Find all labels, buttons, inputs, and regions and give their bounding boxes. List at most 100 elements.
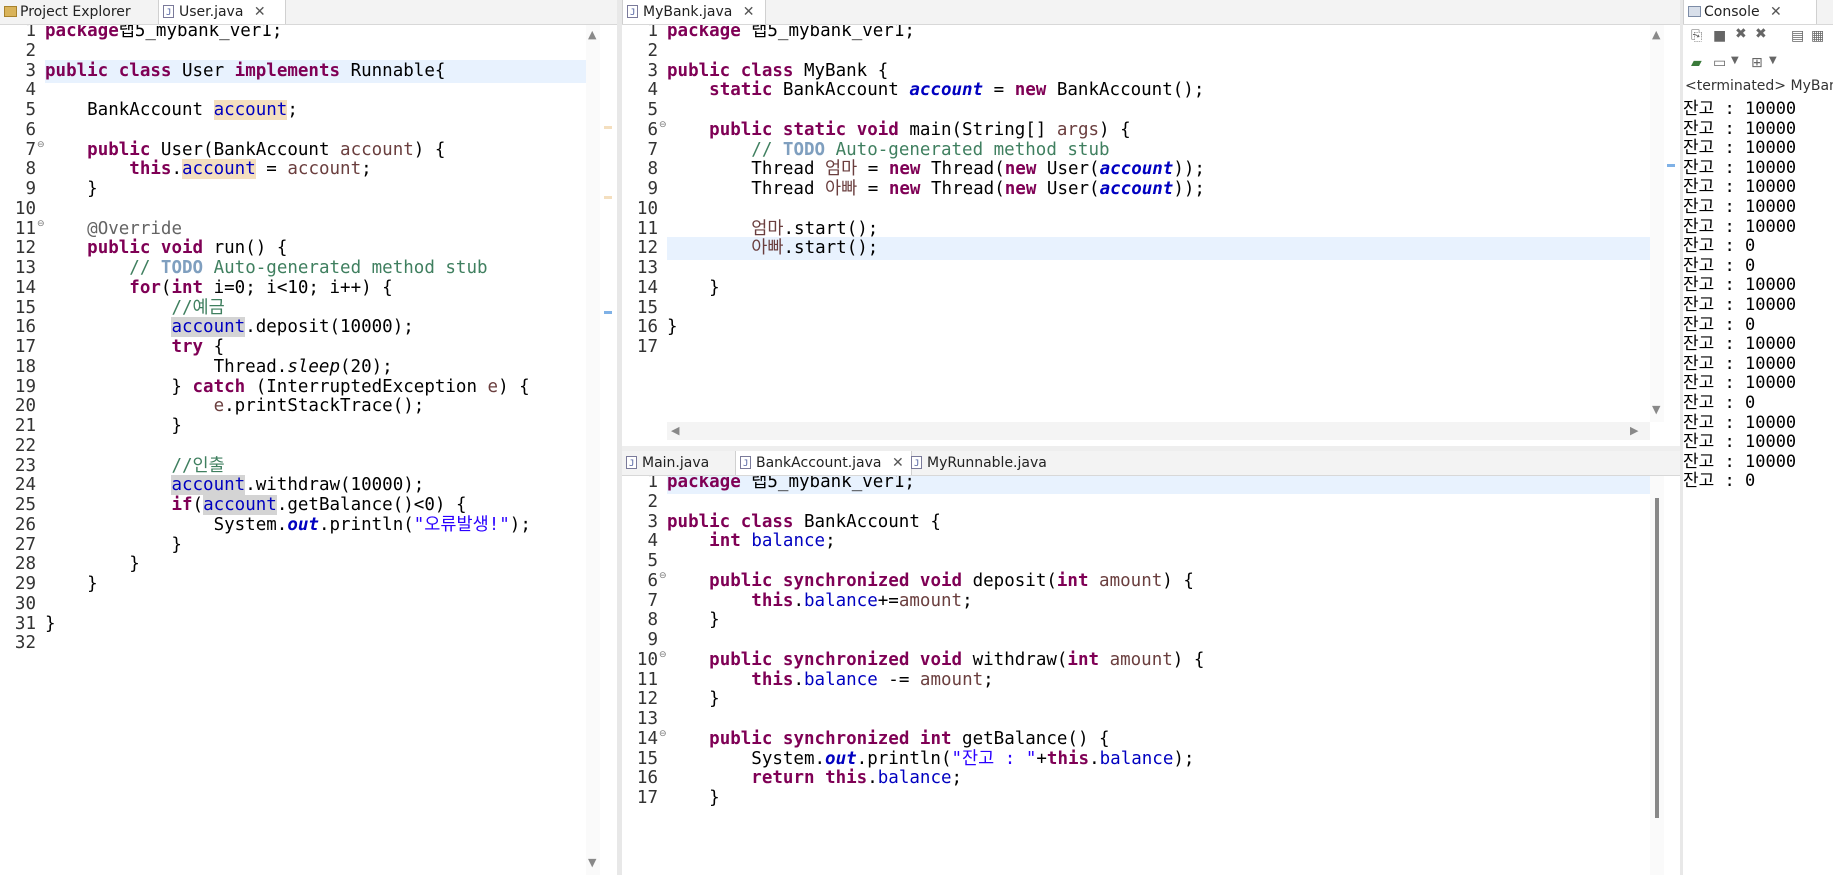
scroll-up-icon[interactable]: ▲ bbox=[588, 28, 596, 41]
fold-toggle-icon[interactable]: ⊖ bbox=[37, 219, 45, 229]
code-token: ; bbox=[962, 590, 973, 611]
display-console-icon[interactable]: ▭ bbox=[1713, 55, 1726, 71]
code-token: )); bbox=[1173, 179, 1205, 199]
code-line[interactable]: } bbox=[667, 787, 1662, 810]
tab-bankaccount-java[interactable]: BankAccount.java ✕ bbox=[735, 451, 912, 476]
code-token: ; bbox=[361, 159, 372, 180]
code-token: System. bbox=[45, 514, 288, 535]
close-icon[interactable]: ✕ bbox=[892, 451, 904, 475]
word-wrap-icon[interactable]: ▦ bbox=[1811, 28, 1824, 44]
tab-mybank-java[interactable]: MyBank.java ✕ bbox=[622, 0, 766, 25]
code-line[interactable] bbox=[667, 336, 1662, 359]
code-area[interactable]: package 랩5_mybank_ver1; public class Bank… bbox=[667, 476, 1662, 875]
scroll-up-icon[interactable]: ▲ bbox=[1652, 28, 1660, 41]
scroll-right-icon[interactable]: ▶ bbox=[1630, 424, 1638, 437]
code-token: this bbox=[751, 669, 794, 690]
code-token: new bbox=[888, 159, 921, 180]
code-token: account bbox=[171, 475, 246, 496]
code-token: int bbox=[1056, 570, 1089, 591]
scrollbar-mybank-java[interactable] bbox=[1650, 25, 1664, 422]
code-token: } bbox=[45, 179, 98, 199]
code-token: .println( bbox=[856, 748, 952, 769]
code-token: } bbox=[667, 610, 720, 631]
code-token: static bbox=[709, 80, 773, 101]
code-token: getBalance() { bbox=[951, 728, 1110, 749]
code-token: implements bbox=[234, 60, 341, 81]
code-token: void bbox=[919, 570, 963, 591]
hscrollbar-mybank-java[interactable] bbox=[667, 422, 1650, 440]
code-token: int bbox=[919, 728, 952, 749]
close-icon[interactable]: ✕ bbox=[1770, 0, 1782, 24]
console-line: 잔고 : 0 bbox=[1683, 471, 1756, 492]
scrollbar-user-java[interactable] bbox=[586, 25, 600, 875]
tab-label: Project Explorer bbox=[20, 4, 131, 20]
tab-label: BankAccount.java bbox=[756, 455, 882, 471]
line-number-gutter: 1 2 3 4 5 6 ⊖ 7 8 9 10 11 12 13 14 15 16 17 bbox=[622, 25, 667, 422]
line-number-gutter: 1 2 3 4 5 6 ⊖ 7 8 9 10 ⊖ 11 12 13 14 ⊖ 15 16 17 bbox=[622, 476, 667, 875]
code-token: this bbox=[129, 159, 172, 180]
java-file-icon bbox=[627, 1, 638, 25]
fold-toggle-icon[interactable]: ⊖ bbox=[659, 729, 667, 739]
close-icon[interactable]: ✕ bbox=[743, 0, 755, 24]
code-area[interactable]: package랩5_mybank_ver1; public class User … bbox=[45, 25, 600, 875]
scroll-down-icon[interactable]: ▼ bbox=[588, 856, 596, 869]
code-token: -= bbox=[877, 669, 920, 690]
code-token: package bbox=[45, 25, 119, 41]
code-token: } bbox=[667, 277, 720, 298]
editor-user-java[interactable]: 1 2 3 4 5 6 7 ⊖ 8 9 10 11 ⊖ 12 13 14 15 16 17 18 19 20 21 22 23 2… bbox=[0, 25, 600, 875]
code-token: account bbox=[340, 139, 414, 160]
tab-main-java[interactable]: Main.java bbox=[622, 451, 742, 476]
code-token: public bbox=[87, 238, 151, 259]
terminate-icon[interactable]: ■ bbox=[1713, 28, 1726, 44]
code-line[interactable] bbox=[45, 632, 600, 655]
code-token: new bbox=[1014, 80, 1047, 101]
code-token: } bbox=[45, 574, 98, 594]
remove-all-icon[interactable]: ✖ bbox=[1755, 26, 1767, 42]
scroll-lock-icon[interactable]: ▤ bbox=[1791, 28, 1804, 44]
code-token: Thread( bbox=[920, 179, 1005, 199]
tab-myrunnable-java[interactable]: MyRunnable.java bbox=[907, 451, 1077, 476]
close-icon[interactable]: ✕ bbox=[254, 0, 266, 24]
code-token: .printStackTrace(); bbox=[224, 396, 425, 417]
tab-project-explorer[interactable]: Project Explorer bbox=[0, 0, 175, 24]
code-token: BankAccount { bbox=[793, 511, 941, 532]
scroll-down-icon[interactable]: ▼ bbox=[1652, 403, 1660, 416]
code-token: BankAccount bbox=[45, 100, 214, 120]
line-number: 32 bbox=[14, 633, 36, 654]
fold-toggle-icon[interactable]: ⊖ bbox=[659, 120, 667, 130]
code-token: int bbox=[709, 531, 741, 552]
scroll-left-icon[interactable]: ◀ bbox=[671, 424, 679, 437]
tab-user-java[interactable]: User.java ✕ bbox=[158, 0, 286, 25]
code-token: package bbox=[667, 476, 741, 492]
remove-launch-icon[interactable]: ✖ bbox=[1735, 26, 1747, 42]
code-area[interactable]: package 랩5_mybank_ver1; public class MyBa… bbox=[667, 25, 1662, 422]
code-token: // bbox=[129, 258, 161, 278]
editor-bankaccount-java[interactable]: 1 2 3 4 5 6 ⊖ 7 8 9 10 ⊖ 11 12 13 14 ⊖ 15 16 17 package 랩5_… bbox=[622, 476, 1662, 875]
code-token: 엄마 bbox=[751, 218, 784, 239]
code-token: catch bbox=[192, 376, 246, 397]
tab-console[interactable]: Console ✕ bbox=[1683, 0, 1817, 24]
divider-mid-horizontal[interactable] bbox=[622, 446, 1680, 451]
code-token: .deposit(10000); bbox=[245, 317, 414, 338]
code-token: User bbox=[171, 60, 235, 81]
editor-mybank-java[interactable]: 1 2 3 4 5 6 ⊖ 7 8 9 10 11 12 13 14 15 16 17 package 랩5_my… bbox=[622, 25, 1662, 422]
code-token: class bbox=[740, 60, 794, 81]
lock-icon[interactable]: ⎘ bbox=[1691, 28, 1702, 44]
code-token: 랩5_mybank_ver1; bbox=[118, 25, 283, 41]
code-token: (20); bbox=[340, 356, 393, 377]
fold-toggle-icon[interactable]: ⊖ bbox=[37, 140, 45, 150]
chevron-down-icon[interactable]: ▼ bbox=[1769, 55, 1777, 66]
fold-toggle-icon[interactable]: ⊖ bbox=[659, 650, 667, 660]
fold-toggle-icon[interactable]: ⊖ bbox=[659, 571, 667, 581]
code-token: ( bbox=[192, 495, 204, 515]
scrollbar-thumb[interactable] bbox=[1655, 498, 1659, 818]
pin-console-icon[interactable]: ▰ bbox=[1691, 55, 1702, 71]
chevron-down-icon[interactable]: ▼ bbox=[1731, 55, 1739, 66]
code-token: try bbox=[171, 337, 204, 357]
open-console-icon[interactable]: ⊞ bbox=[1751, 55, 1763, 71]
